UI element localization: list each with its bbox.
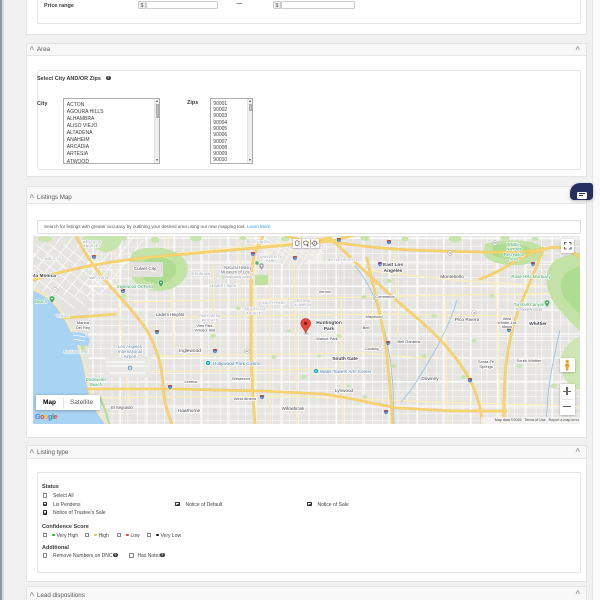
svg-text:PARK: PARK — [266, 259, 276, 263]
svg-text:Cudahy: Cudahy — [365, 346, 379, 351]
svg-text:ANGELES: ANGELES — [246, 312, 264, 316]
svg-text:Rose Hills Mortuary: Rose Hills Mortuary — [511, 274, 551, 279]
svg-text:BOYLE HEIGHTS: BOYLE HEIGHTS — [328, 258, 358, 262]
svg-text:Inglewood Oil Field: Inglewood Oil Field — [117, 284, 153, 289]
svg-text:Whittier: Whittier — [529, 321, 547, 327]
svg-text:Santa Monica: Santa Monica — [33, 273, 56, 279]
svg-text:Pico Rivera: Pico Rivera — [455, 317, 480, 323]
svg-text:Montebello: Montebello — [440, 274, 464, 280]
svg-text:Windsor Hills: Windsor Hills — [195, 329, 216, 333]
svg-text:ALAMEDA: ALAMEDA — [294, 303, 312, 307]
svg-text:Vernon: Vernon — [319, 289, 332, 294]
svg-text:Airport: Airport — [124, 354, 138, 359]
svg-text:Watts Towers Arts Center: Watts Towers Arts Center — [320, 369, 372, 374]
svg-text:Area: Area — [510, 257, 520, 262]
svg-text:West Athens: West Athens — [234, 396, 256, 401]
svg-text:Culver City: Culver City — [134, 266, 157, 271]
svg-text:SOUTH PARK: SOUTH PARK — [262, 301, 286, 305]
svg-text:South Gate: South Gate — [332, 356, 358, 362]
svg-text:Temporarily closed: Temporarily closed — [224, 275, 252, 279]
svg-text:605: 605 — [531, 265, 534, 267]
svg-text:SOUTH LOS: SOUTH LOS — [244, 307, 266, 311]
svg-text:Beach: Beach — [90, 382, 103, 387]
svg-text:710: 710 — [378, 265, 381, 267]
svg-text:VENICE: VENICE — [56, 314, 70, 318]
svg-text:Bell Gardens: Bell Gardens — [397, 339, 420, 344]
svg-text:Narrows: Narrows — [506, 247, 522, 252]
svg-text:Park: Park — [324, 326, 335, 332]
svg-text:South Whittier: South Whittier — [516, 358, 542, 363]
svg-text:Commerce: Commerce — [375, 294, 395, 299]
svg-text:PICO UNION: PICO UNION — [247, 240, 269, 244]
svg-text:ANGELES: ANGELES — [83, 244, 101, 248]
svg-text:East Los: East Los — [383, 262, 403, 268]
svg-text:Inglewood: Inglewood — [179, 348, 201, 354]
svg-text:110: 110 — [260, 398, 263, 400]
svg-text:Bell: Bell — [363, 325, 370, 330]
svg-text:HEIGHTS: HEIGHTS — [202, 319, 219, 323]
svg-text:MID CITY: MID CITY — [45, 257, 62, 261]
svg-text:Lennox: Lennox — [184, 379, 197, 384]
svg-text:Ladera Heights: Ladera Heights — [156, 312, 184, 317]
svg-text:405: 405 — [213, 352, 216, 354]
svg-text:Museum of Los...: Museum of Los... — [221, 270, 253, 275]
svg-text:105: 105 — [384, 413, 387, 415]
svg-text:Hawthorne: Hawthorne — [178, 408, 201, 413]
svg-text:Angeles: Angeles — [384, 268, 403, 274]
svg-text:Temporarily closed: Temporarily closed — [516, 308, 543, 312]
svg-text:View Park-: View Park- — [196, 324, 214, 328]
svg-text:405: 405 — [121, 292, 124, 294]
svg-text:Westmont: Westmont — [232, 376, 251, 381]
svg-text:PLAYA DEL REY: PLAYA DEL REY — [64, 350, 92, 354]
svg-text:Downey: Downey — [421, 376, 439, 382]
svg-text:Walnut Park: Walnut Park — [316, 336, 338, 341]
svg-text:Maywood: Maywood — [365, 314, 382, 319]
svg-text:Turnbull Canyon: Turnbull Canyon — [514, 302, 545, 307]
svg-text:Beach: Beach — [35, 299, 48, 304]
svg-text:MAR VISTA: MAR VISTA — [89, 276, 109, 280]
svg-text:CRENSHAW: CRENSHAW — [189, 272, 211, 276]
svg-text:Del Rey: Del Rey — [76, 325, 90, 330]
svg-text:Hollywood Park Casino: Hollywood Park Casino — [213, 361, 261, 366]
svg-text:Willowbrook: Willowbrook — [282, 406, 305, 411]
svg-text:Huntington: Huntington — [316, 320, 342, 326]
svg-text:Springs: Springs — [479, 364, 493, 369]
svg-text:PARK MESA: PARK MESA — [199, 314, 221, 318]
svg-text:605: 605 — [507, 331, 510, 333]
svg-text:105: 105 — [168, 388, 171, 390]
svg-text:710: 710 — [386, 344, 389, 346]
svg-text:405: 405 — [155, 333, 158, 335]
svg-text:LEIMERT PARK: LEIMERT PARK — [210, 284, 237, 288]
svg-text:El Segundo: El Segundo — [111, 405, 133, 410]
svg-text:Lynwood: Lynwood — [335, 388, 354, 393]
svg-text:110: 110 — [251, 255, 254, 257]
svg-text:Nietos: Nietos — [502, 325, 512, 329]
